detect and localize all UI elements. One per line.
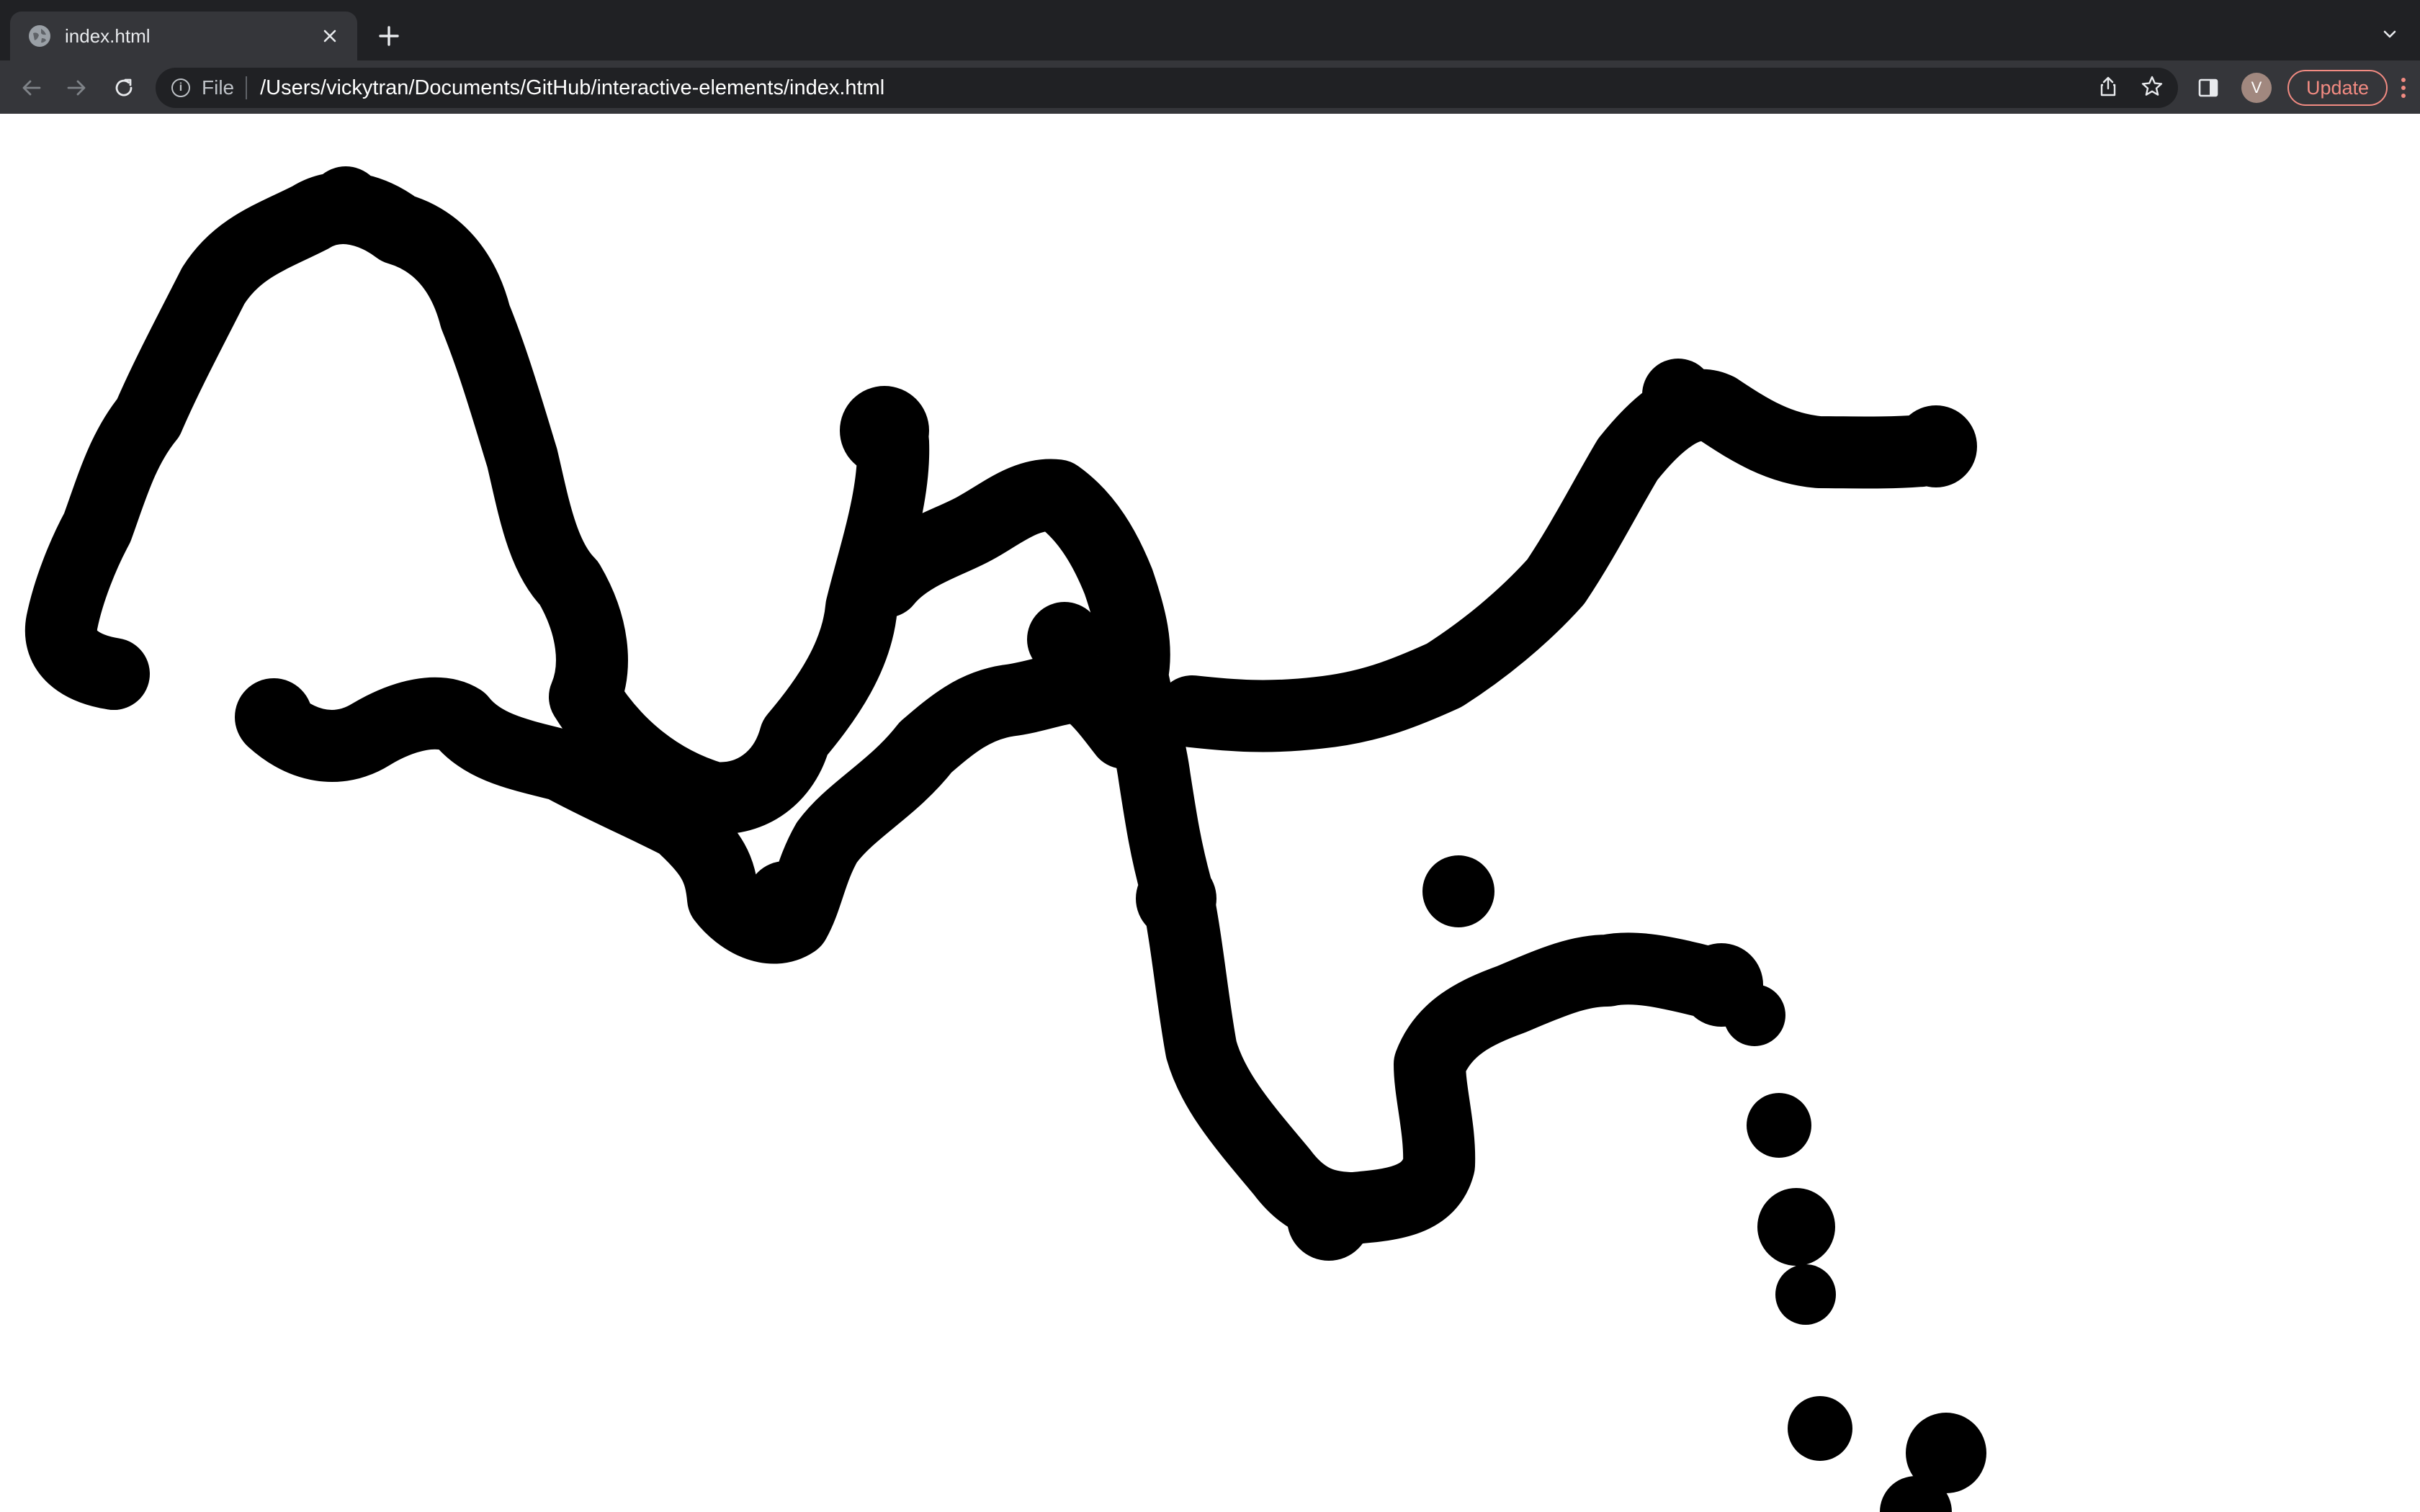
brush-dot xyxy=(1895,405,1977,487)
brush-stroke xyxy=(1156,369,1958,752)
side-panel-icon[interactable] xyxy=(2190,69,2227,107)
brush-dot xyxy=(1680,943,1763,1027)
tab-title: index.html xyxy=(65,24,151,47)
omnibox-divider xyxy=(246,76,248,99)
brush-dot xyxy=(1757,1188,1835,1266)
brush-dot xyxy=(746,861,824,939)
drawing-canvas[interactable] xyxy=(0,114,2420,1512)
avatar[interactable]: V xyxy=(2241,73,2272,103)
tab-strip: index.html xyxy=(0,0,2420,60)
brush-dot xyxy=(235,678,313,756)
address-bar[interactable]: i File /Users/vickytran/Documents/GitHub… xyxy=(156,68,2178,108)
share-icon[interactable] xyxy=(2097,76,2119,101)
brush-dot xyxy=(1747,1093,1811,1158)
arrow-right-icon[interactable] xyxy=(58,69,95,107)
url-text[interactable]: /Users/vickytran/Documents/GitHub/intera… xyxy=(260,76,884,100)
chevron-down-icon[interactable] xyxy=(2375,20,2404,49)
reload-icon[interactable] xyxy=(105,69,143,107)
browser-chrome: index.html i File /Users/vickytran/Docum… xyxy=(0,0,2420,114)
close-icon[interactable] xyxy=(317,23,343,49)
brush-dot xyxy=(1642,359,1714,431)
brush-dot xyxy=(1093,638,1168,713)
plus-icon[interactable] xyxy=(372,19,406,53)
globe-icon xyxy=(29,25,50,47)
browser-toolbar: i File /Users/vickytran/Documents/GitHub… xyxy=(0,60,2420,114)
toolbar-right: V Update xyxy=(2190,68,2414,108)
more-vert-icon[interactable] xyxy=(2393,70,2414,106)
brush-stroke xyxy=(850,459,1756,1244)
star-icon[interactable] xyxy=(2141,75,2164,102)
page-content xyxy=(0,114,2420,1512)
arrow-left-icon[interactable] xyxy=(13,69,50,107)
brush-dot xyxy=(1287,1177,1371,1261)
tab-index-html[interactable]: index.html xyxy=(10,12,357,60)
brush-dot xyxy=(862,526,931,595)
brush-dot xyxy=(1136,858,1216,939)
brush-dot xyxy=(1775,1264,1836,1325)
omnibox-actions xyxy=(2097,68,2164,108)
brush-dot xyxy=(840,386,929,475)
info-icon[interactable]: i xyxy=(171,78,190,97)
brush-dot xyxy=(1788,1396,1852,1461)
update-button[interactable]: Update xyxy=(2287,70,2388,106)
brush-dot xyxy=(1027,602,1102,677)
scheme-label: File xyxy=(202,76,235,99)
brush-dot xyxy=(79,641,148,710)
brush-stroke xyxy=(236,651,1160,964)
brush-dot xyxy=(1422,855,1494,927)
brush-dot xyxy=(308,166,383,241)
